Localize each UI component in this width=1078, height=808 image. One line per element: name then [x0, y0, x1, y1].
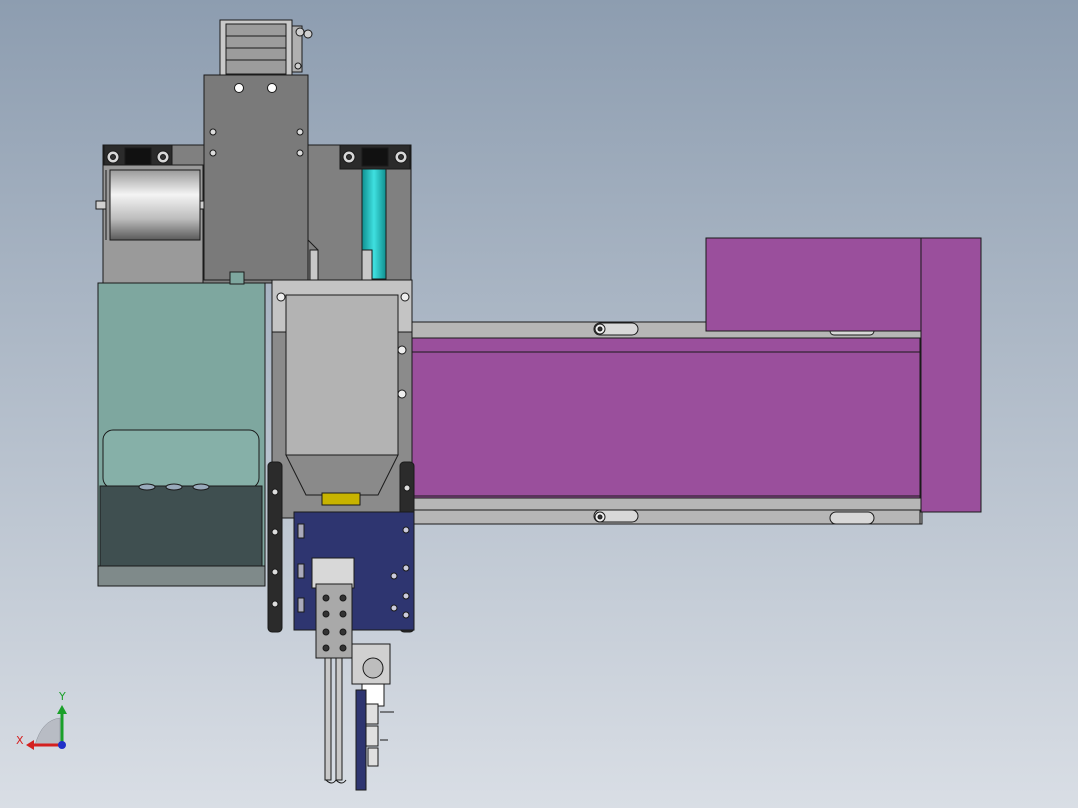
- z-axis-marker: [58, 741, 66, 749]
- hopper: [285, 294, 399, 506]
- bearing-block-right: [339, 144, 411, 170]
- vertical-column: [203, 74, 319, 281]
- linear-module-body: [411, 321, 923, 525]
- assembly-drawing: X Y: [0, 0, 1078, 808]
- y-axis-label: Y: [58, 690, 66, 703]
- actuator-block: [311, 557, 355, 659]
- x-axis-label: X: [16, 734, 24, 747]
- stepper-motor-top: [219, 19, 313, 77]
- roller-drum: [95, 164, 215, 284]
- teal-housing: [97, 271, 266, 587]
- cad-viewport[interactable]: X Y: [0, 0, 1078, 808]
